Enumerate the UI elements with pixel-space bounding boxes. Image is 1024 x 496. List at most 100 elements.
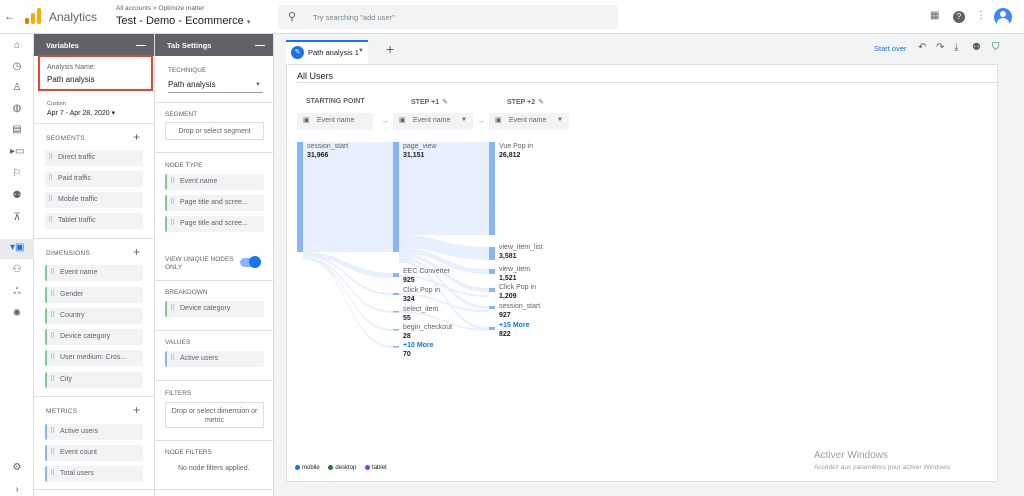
debug-icon[interactable]: ✺ [10,308,24,319]
node-type-chip[interactable]: Event name [165,174,264,190]
node-type-chip[interactable]: Page title and scree... [165,216,264,232]
dimension-chip[interactable]: Event name [45,265,143,281]
metric-chip[interactable]: Event count [45,445,143,461]
redo-icon[interactable]: ↷ [936,42,944,53]
analysis-name-value: Path analysis [47,75,95,84]
node-label: session_start [307,143,349,150]
segment-drop-zone[interactable]: Drop or select segment [165,122,264,140]
add-segment-button[interactable]: + [133,130,140,144]
segment-chip[interactable]: Direct traffic [45,150,143,166]
node-label: Click Pop in [499,284,536,291]
search-icon: ⚲ [288,11,297,23]
top-bar: ← Analytics All accounts > Optimize matt… [0,0,1024,34]
node-bar-session-start[interactable] [297,142,303,252]
filters-drop-zone[interactable]: Drop or select dimension or metric [165,402,264,428]
start-over-button[interactable]: Start over [874,44,907,53]
analysis-icon[interactable]: ▾▣ [10,242,24,253]
tab-path-analysis-1[interactable]: ✎ Path analysis 1 ▼ [286,40,368,64]
node-value: 26,812 [499,152,521,159]
variables-header: Variables — [34,34,154,56]
node-bar-page-view[interactable] [393,142,399,252]
share-users-icon[interactable]: ⚉ [972,42,981,53]
search-input[interactable]: ⚲ Try searching "add user" [278,5,618,29]
node-bar-session-start-2[interactable] [489,306,495,309]
windows-activation-text: Accédez aux paramètres pour activer Wind… [814,464,952,471]
node-bar-step2-more[interactable] [489,327,495,330]
add-metric-button[interactable]: + [133,403,140,417]
download-icon[interactable]: ⤓ [954,42,958,53]
minimize-variables-icon[interactable]: — [136,40,146,51]
node-bar-begin-checkout[interactable] [393,329,399,331]
cards-icon[interactable]: ▸▭ [10,146,24,157]
undo-icon[interactable]: ↶ [918,42,926,53]
funnel-icon[interactable]: ⊼ [10,212,24,223]
node-bar-view-item[interactable] [489,269,495,274]
add-tab-button[interactable]: + [386,41,394,57]
node-bar-view-item-list[interactable] [489,247,495,260]
globe-icon[interactable]: ◍ [10,103,24,114]
node-bar-click-pop-in[interactable] [393,293,399,295]
dimension-chip[interactable]: Gender [45,287,143,303]
node-value: 28 [403,333,411,340]
filters-drop-text: Drop or select dimension or [171,408,258,415]
node-value: 3,581 [499,253,517,260]
person-icon[interactable]: ♙ [10,82,24,93]
node-bar-click-pop-in-2[interactable] [489,288,495,292]
segment-chip[interactable]: Paid traffic [45,171,143,187]
values-label: VALUES [165,339,191,346]
caret-down-icon: ▼ [255,82,261,88]
date-range-selector[interactable]: Apr 7 - Apr 28, 2020 ▾ [47,109,115,117]
values-chip[interactable]: Active users [165,351,264,367]
flow-link [303,257,393,348]
node-value: 31,151 [403,152,425,159]
node-value: 1,521 [499,275,517,282]
clock-icon[interactable]: ◷ [10,61,24,72]
help-icon[interactable]: ? [953,11,965,23]
metrics-label: METRICS [46,408,78,415]
legend-item-tablet: tablet [365,465,387,471]
node-type-chip[interactable]: Page title and scree... [165,195,264,211]
metric-chip[interactable]: Total users [45,466,143,482]
step2-more-link[interactable]: +15 More [499,322,530,329]
node-bar-vue-pop-in[interactable] [489,142,495,235]
analysis-name-field[interactable]: Analysis Name: Path analysis [38,55,153,91]
table-icon[interactable]: ▤ [10,124,24,135]
minimize-tab-settings-icon[interactable]: — [255,40,265,51]
node-bar-step1-more[interactable] [393,346,399,348]
hierarchy-icon[interactable]: ஃ [10,286,24,298]
metric-chip[interactable]: Active users [45,424,143,440]
node-value: 55 [403,315,411,322]
dimension-chip[interactable]: Device category [45,329,143,345]
divider [155,330,273,331]
flow-link [303,257,393,331]
segment-chip[interactable]: Mobile traffic [45,192,143,208]
node-bar-eec-converter[interactable] [393,273,399,277]
step1-more-link[interactable]: +10 More [403,342,434,349]
home-icon[interactable]: ⌂ [10,40,24,51]
breakdown-chip[interactable]: Device category [165,301,264,317]
back-arrow-icon[interactable]: ← [4,9,16,23]
property-selector[interactable]: Test - Demo - Ecommerce ▾ [116,15,250,27]
caret-down-icon[interactable]: ▼ [358,48,364,54]
apps-grid-icon[interactable]: ▦ [930,10,939,21]
analytics-logo-icon [25,8,41,24]
dimension-chip[interactable]: Country [45,308,143,324]
unique-nodes-toggle[interactable] [240,256,261,268]
breadcrumb[interactable]: All accounts > Optimize matter [116,5,204,12]
divider [34,238,154,239]
flag-icon[interactable]: ⚐ [10,168,24,179]
settings-gear-icon[interactable]: ⚙ [10,462,24,473]
dimension-chip[interactable]: User medium: Cros... [45,350,143,366]
technique-select[interactable]: Path analysis ▼ [168,80,263,93]
path-flow-diagram [297,142,495,348]
expand-chevron-icon[interactable]: › [10,484,24,495]
node-bar-select-item[interactable] [393,311,399,313]
filters-label: FILTERS [165,390,192,397]
segment-chip[interactable]: Tablet traffic [45,213,143,229]
user-list-icon[interactable]: ⚇ [10,264,24,275]
avatar[interactable] [994,8,1012,26]
add-dimension-button[interactable]: + [133,245,140,259]
users-icon[interactable]: ⚉ [10,190,24,201]
more-vert-icon[interactable]: ⋮ [976,10,986,21]
dimension-chip[interactable]: City [45,372,143,388]
